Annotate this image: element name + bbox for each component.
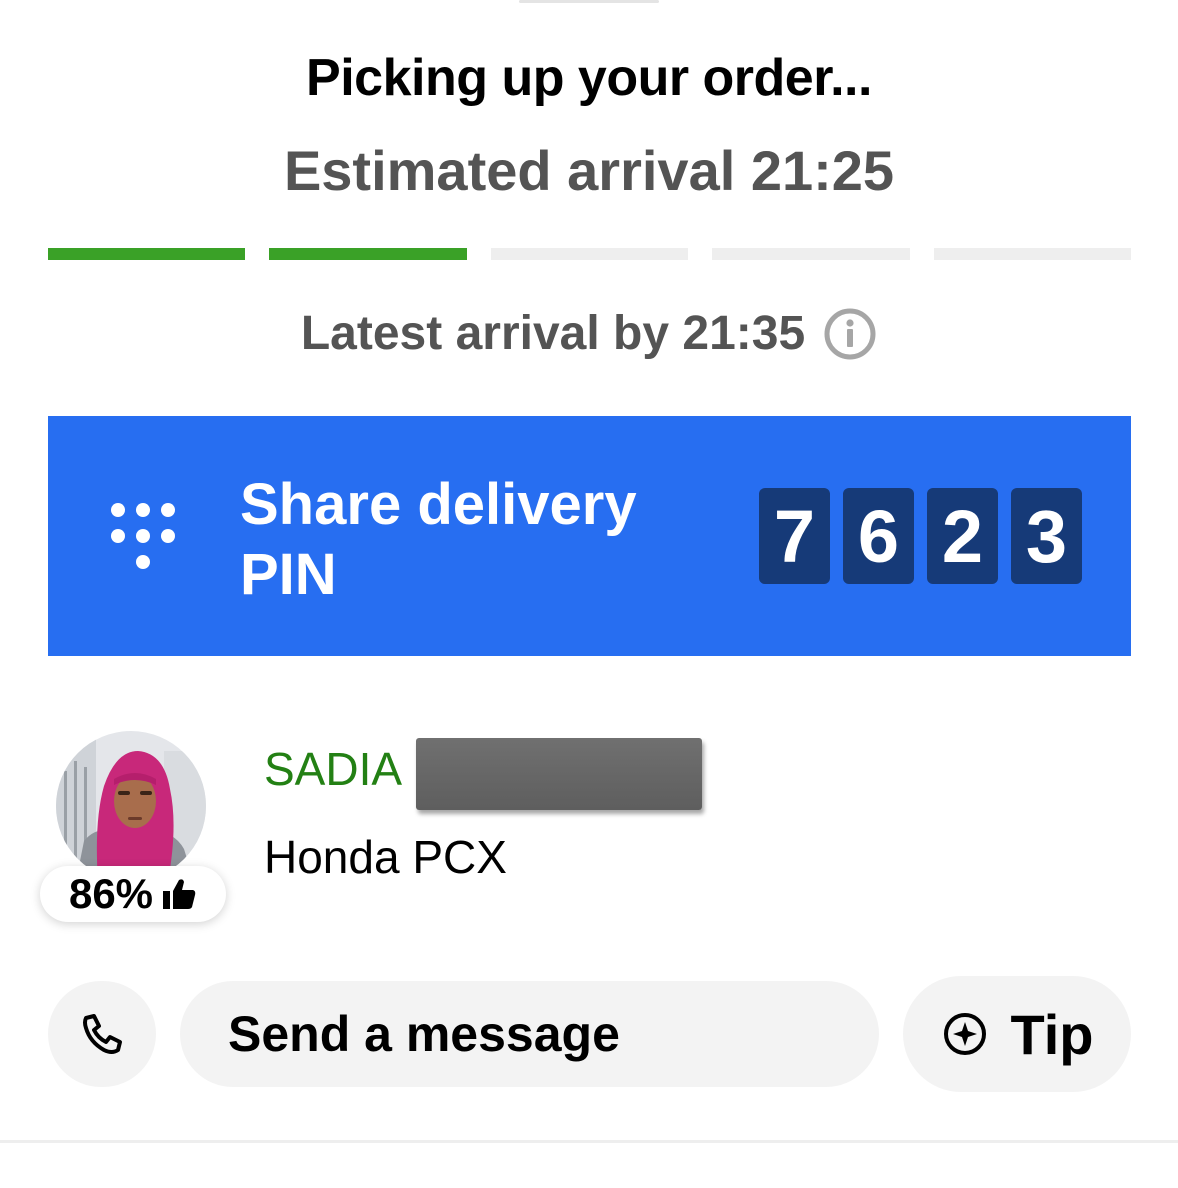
dialpad-icon [111,503,175,569]
sheet-drag-handle[interactable] [519,0,659,3]
send-message-button[interactable]: Send a message [180,981,879,1087]
courier-actions: Send a message Tip [48,976,1131,1092]
pin-digit-3: 2 [927,488,998,584]
progress-step-3 [490,248,689,260]
thumbs-up-icon [163,879,196,909]
tip-button[interactable]: Tip [903,976,1131,1092]
share-pin-label: Share delivery PIN [240,472,637,607]
courier-last-name-redacted [416,738,702,810]
pin-digits: 7 6 2 3 [759,488,1082,584]
tip-label: Tip [1010,1002,1094,1066]
delivery-progress-bar [48,248,1132,260]
compass-star-icon [943,1013,986,1055]
bottom-divider [0,1140,1178,1143]
latest-arrival-row: Latest arrival by 21:35 [0,306,1178,361]
progress-step-4 [712,248,910,260]
pin-digit-1: 7 [759,488,830,584]
progress-step-1 [48,248,246,260]
courier-rating-badge: 86% [40,866,226,922]
pin-digit-2: 6 [843,488,914,584]
courier-avatar[interactable] [56,731,206,881]
progress-step-5 [933,248,1132,260]
call-courier-button[interactable] [48,981,156,1087]
pin-digit-4: 3 [1011,488,1082,584]
phone-icon [83,1014,122,1054]
info-icon[interactable] [823,307,877,361]
courier-vehicle: Honda PCX [264,831,507,883]
courier-rating-value: 86% [68,870,154,917]
courier-first-name: SADIA [264,743,403,795]
send-message-label: Send a message [228,1006,620,1062]
latest-arrival-text: Latest arrival by 21:35 [300,307,806,360]
estimated-arrival: Estimated arrival 21:25 [283,139,895,202]
progress-step-2 [269,248,467,260]
order-status-title: Picking up your order... [306,49,872,107]
order-tracking-sheet: Picking up your order... Estimated arriv… [0,0,1178,1188]
